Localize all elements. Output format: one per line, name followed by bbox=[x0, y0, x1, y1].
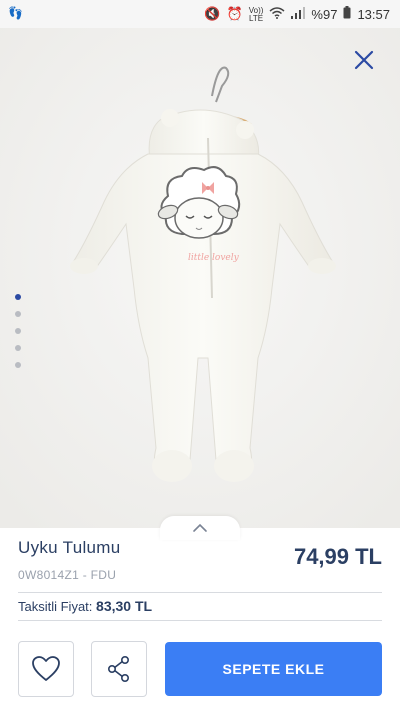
chevron-up-icon bbox=[193, 523, 207, 532]
divider bbox=[18, 592, 382, 593]
expand-details-handle[interactable] bbox=[160, 516, 240, 540]
installment-value: 83,30 TL bbox=[96, 598, 153, 614]
gallery-pagination bbox=[15, 294, 21, 368]
share-icon bbox=[107, 655, 130, 682]
gallery-dot[interactable] bbox=[15, 294, 21, 300]
clock: 13:57 bbox=[357, 7, 390, 22]
status-bar: 👣 🔇 ⏰ Vo)) LTE %97 13:57 bbox=[0, 0, 400, 28]
gallery-dot[interactable] bbox=[15, 362, 21, 368]
print-text: little lovely bbox=[188, 253, 240, 263]
wifi-icon bbox=[269, 6, 285, 23]
divider bbox=[18, 620, 382, 621]
product-image: little lovely bbox=[0, 28, 400, 528]
installment-label: Taksitli Fiyat: bbox=[18, 599, 93, 614]
battery-icon bbox=[343, 6, 351, 23]
gallery-dot[interactable] bbox=[15, 311, 21, 317]
alarm-icon: ⏰ bbox=[226, 7, 243, 22]
gallery-dot[interactable] bbox=[15, 345, 21, 351]
add-to-cart-button[interactable]: SEPETE EKLE bbox=[165, 642, 382, 696]
gallery-dot[interactable] bbox=[15, 328, 21, 334]
product-price: 74,99 TL bbox=[293, 544, 382, 569]
battery-percent: %97 bbox=[311, 7, 338, 22]
close-icon[interactable] bbox=[352, 48, 376, 72]
lte-label: Vo)) LTE bbox=[248, 5, 264, 23]
mute-icon: 🔇 bbox=[204, 7, 221, 22]
status-icons: 🔇 ⏰ Vo)) LTE %97 13:57 bbox=[204, 6, 390, 23]
favorite-button[interactable] bbox=[18, 641, 74, 697]
signal-icon bbox=[291, 6, 306, 23]
heart-icon bbox=[32, 656, 60, 681]
footsteps-icon: 👣 bbox=[8, 6, 23, 20]
product-image-gallery[interactable]: little lovely bbox=[0, 28, 400, 528]
product-title: Uyku Tulumu bbox=[18, 538, 121, 557]
installment-price: Taksitli Fiyat: 83,30 TL bbox=[18, 598, 152, 614]
product-code: 0W8014Z1 - FDU bbox=[18, 568, 117, 582]
share-button[interactable] bbox=[91, 641, 147, 697]
